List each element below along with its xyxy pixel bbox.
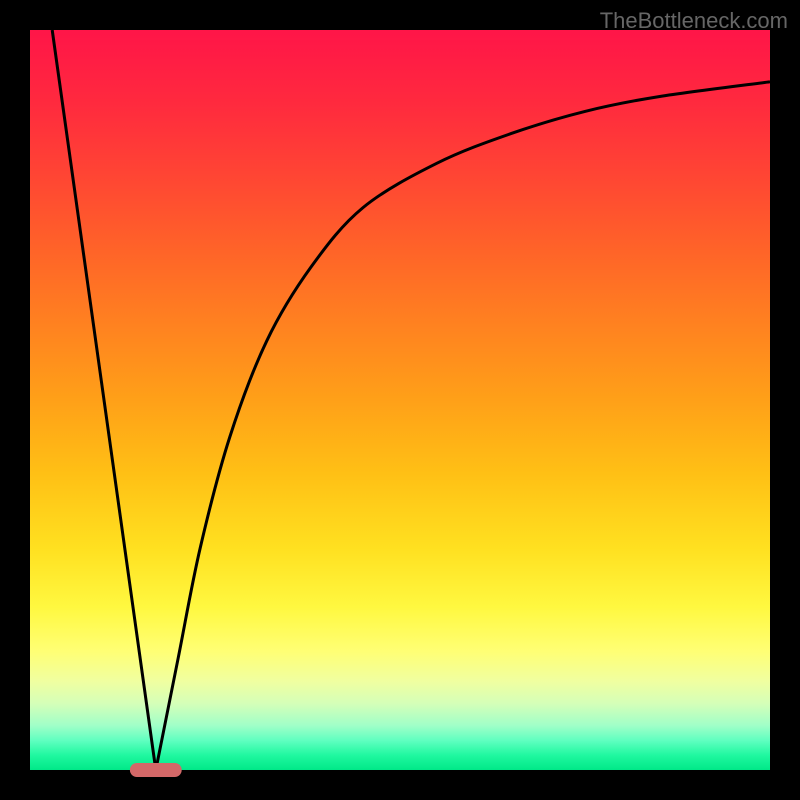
chart-svg [0,0,800,800]
minimum-marker [130,763,182,777]
chart-container: TheBottleneck.com [0,0,800,800]
watermark-text: TheBottleneck.com [600,8,788,34]
